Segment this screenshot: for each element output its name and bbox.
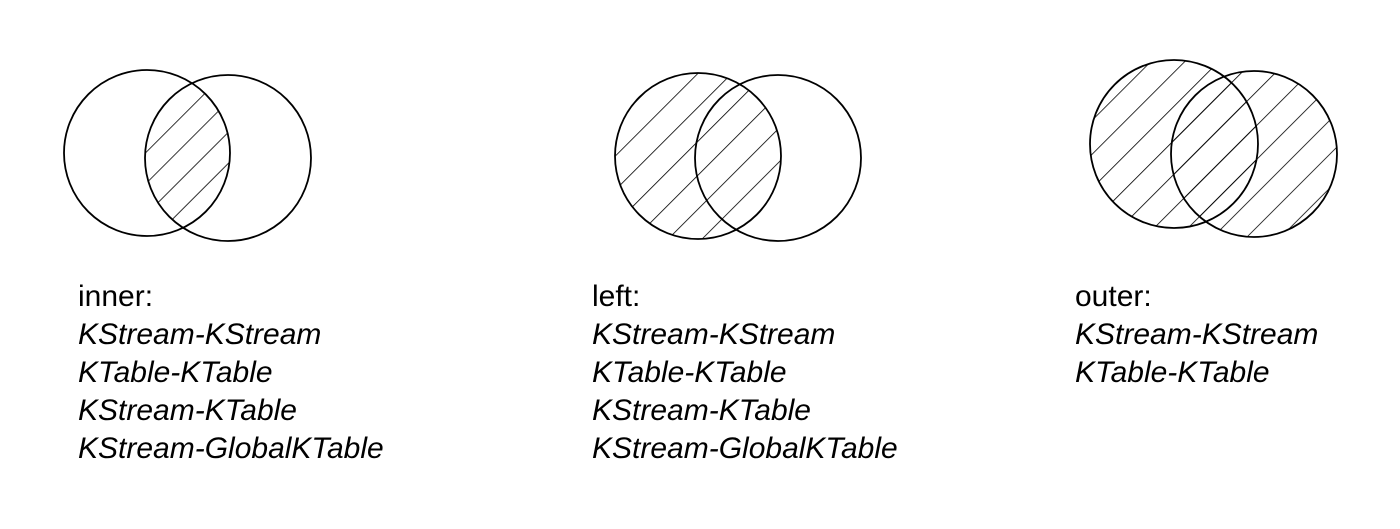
join-combination: KStream-GlobalKTable: [78, 432, 384, 465]
outer-join-labels: outer: KStream-KStream KTable-KTable: [1075, 278, 1318, 392]
join-combination: KStream-KTable: [78, 394, 297, 427]
join-combination: KTable-KTable: [78, 356, 273, 389]
left-join-labels: left: KStream-KStream KTable-KTable KStr…: [592, 278, 898, 468]
join-type-label: outer:: [1075, 280, 1152, 313]
outer-join-venn-graphic: [1089, 59, 1338, 238]
inner-join-labels: inner: KStream-KStream KTable-KTable KSt…: [78, 278, 384, 468]
inner-join-venn-graphic: [63, 69, 312, 242]
join-combination: KTable-KTable: [592, 356, 787, 389]
outer-join-venn: [1070, 40, 1400, 270]
inner-join-venn: [40, 40, 370, 270]
join-combination: KStream-GlobalKTable: [592, 432, 898, 465]
join-combination: KTable-KTable: [1075, 356, 1270, 389]
left-join-venn: [595, 40, 925, 270]
join-combination: KStream-KStream: [592, 318, 836, 351]
join-combination: KStream-KStream: [1075, 318, 1319, 351]
join-combination: KStream-KTable: [592, 394, 811, 427]
join-combination: KStream-KStream: [78, 318, 322, 351]
join-type-label: inner:: [78, 280, 154, 313]
join-types-diagram: inner: KStream-KStream KTable-KTable KSt…: [0, 0, 1400, 529]
left-join-venn-graphic: [614, 72, 862, 242]
join-type-label: left:: [592, 280, 641, 313]
